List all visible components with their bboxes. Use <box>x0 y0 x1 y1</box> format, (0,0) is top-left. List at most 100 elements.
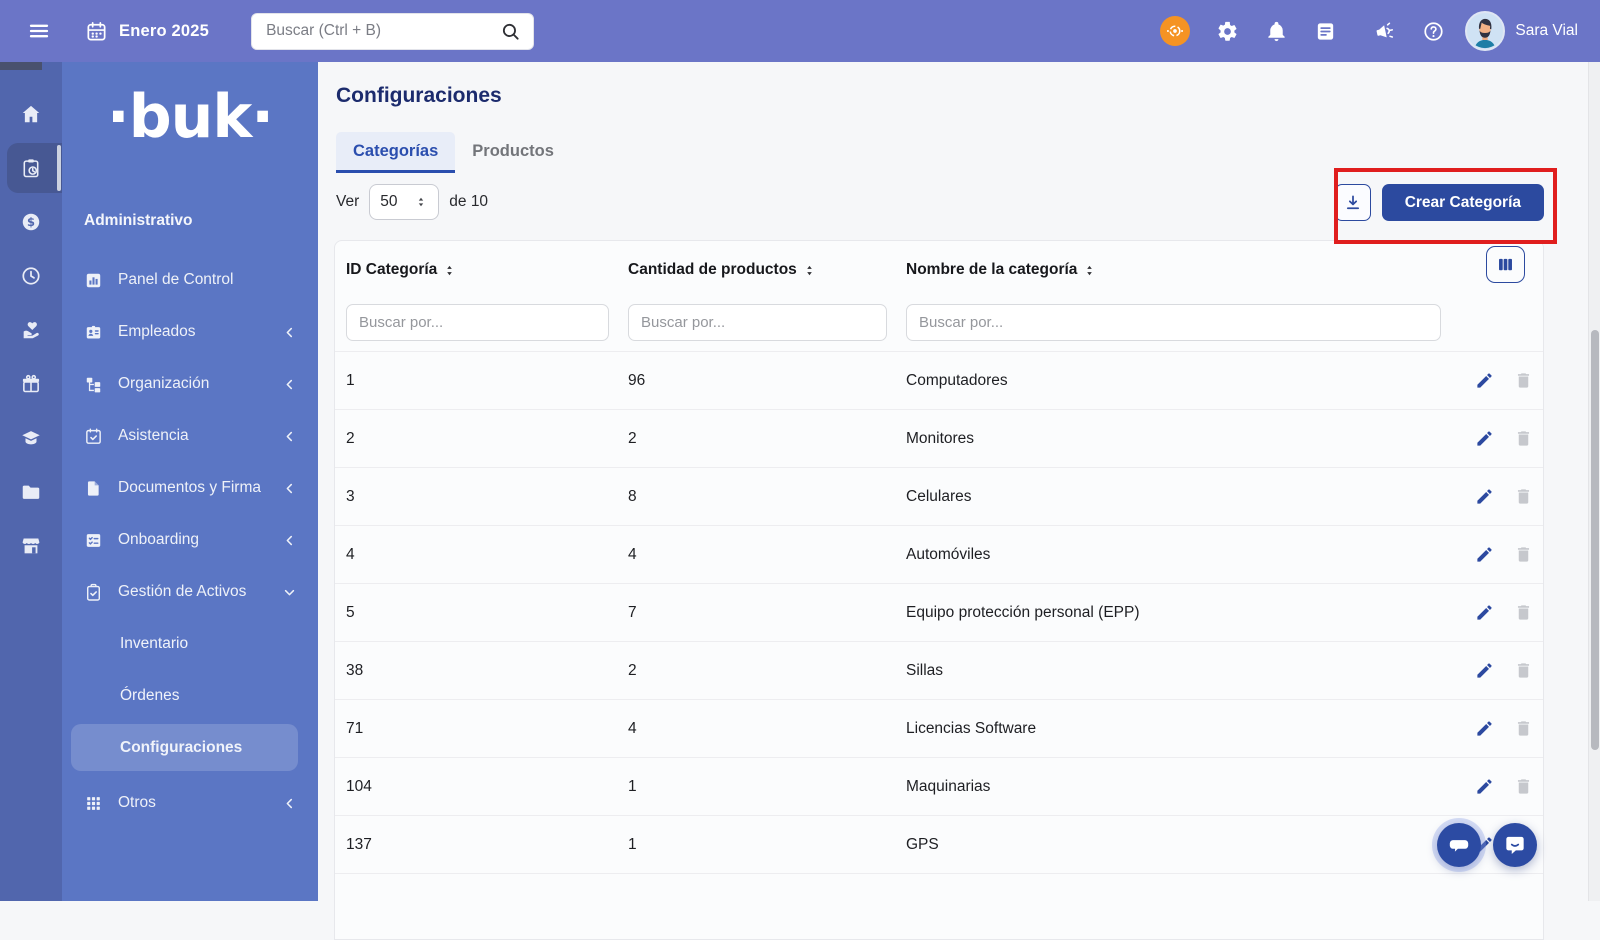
user-name[interactable]: Sara Vial <box>1515 22 1578 40</box>
edit-pencil-icon[interactable] <box>1475 777 1494 796</box>
hamburger-menu-icon[interactable] <box>27 19 51 43</box>
cell-category-name: GPS <box>906 835 939 853</box>
filter-name-input[interactable] <box>906 303 1441 341</box>
column-header-count[interactable]: Cantidad de productos <box>628 261 906 279</box>
cell-product-count: 4 <box>628 719 637 737</box>
sidebar-item-onboarding[interactable]: Onboarding <box>62 514 318 566</box>
sidebar-item-otros[interactable]: Otros <box>62 777 318 829</box>
create-category-button[interactable]: Crear Categoría <box>1381 184 1544 221</box>
delete-trash-icon[interactable] <box>1514 429 1533 448</box>
page-scrollbar[interactable] <box>1588 62 1600 901</box>
id-badge-icon <box>84 323 103 342</box>
delete-trash-icon[interactable] <box>1514 371 1533 390</box>
cell-category-name: Computadores <box>906 371 1008 389</box>
delete-trash-icon[interactable] <box>1514 487 1533 506</box>
rail-item-home[interactable] <box>0 87 62 141</box>
settings-gear-icon[interactable] <box>1216 20 1239 43</box>
tab-categorias[interactable]: Categorías <box>336 132 456 173</box>
delete-trash-icon[interactable] <box>1514 719 1533 738</box>
clock-icon <box>20 265 42 287</box>
edit-pencil-icon[interactable] <box>1475 371 1494 390</box>
cell-product-count: 2 <box>628 429 637 447</box>
search-icon[interactable] <box>500 21 521 42</box>
column-picker-button[interactable] <box>1486 246 1525 283</box>
cell-product-count: 96 <box>628 371 646 389</box>
sidebar-item-gestion-de-activos[interactable]: Gestión de Activos <box>62 566 318 618</box>
cell-product-count: 2 <box>628 661 637 679</box>
calendar-icon <box>85 20 108 43</box>
help-icon[interactable] <box>1422 20 1445 43</box>
rail-item-asset-management[interactable] <box>0 141 62 195</box>
rail-item-marketplace[interactable] <box>0 519 62 573</box>
column-header-name[interactable]: Nombre de la categoría <box>906 261 1449 279</box>
filter-count-input[interactable] <box>628 303 887 341</box>
clipboard-clock-icon <box>20 157 42 179</box>
page-size-select[interactable]: 50 <box>369 184 440 220</box>
table-row: 137 1 GPS <box>335 815 1543 873</box>
select-caret-icon <box>414 195 428 209</box>
svg-text:$: $ <box>27 215 35 229</box>
chevron-left-icon <box>281 428 298 445</box>
rail-item-benefits[interactable] <box>0 303 62 357</box>
edit-pencil-icon[interactable] <box>1475 603 1494 622</box>
news-note-icon[interactable] <box>1314 20 1337 43</box>
rail-item-files[interactable] <box>0 465 62 519</box>
sidebar-item-empleados[interactable]: Empleados <box>62 306 318 358</box>
filter-id-input[interactable] <box>346 303 609 341</box>
menu-item-label: Empleados <box>118 323 196 340</box>
sort-icon <box>806 265 812 275</box>
delete-trash-icon[interactable] <box>1514 777 1533 796</box>
view-label: Ver <box>336 193 360 210</box>
rail-item-remuneration[interactable]: $ <box>0 195 62 249</box>
delete-trash-icon[interactable] <box>1514 603 1533 622</box>
delete-trash-icon[interactable] <box>1514 545 1533 564</box>
edit-pencil-icon[interactable] <box>1475 545 1494 564</box>
gift-icon <box>20 373 42 395</box>
module-rail: $ <box>0 62 62 901</box>
menu-item-label: Otros <box>118 794 156 811</box>
scrollbar-thumb[interactable] <box>1591 330 1599 750</box>
feedback-chat-button[interactable] <box>1437 823 1481 867</box>
org-chart-icon <box>84 375 103 394</box>
user-avatar[interactable] <box>1465 11 1506 51</box>
notifications-bell-icon[interactable] <box>1265 20 1288 43</box>
table-empty-row <box>335 873 1543 909</box>
current-period-label: Enero 2025 <box>119 21 210 40</box>
edit-pencil-icon[interactable] <box>1475 429 1494 448</box>
tab-productos[interactable]: Productos <box>455 132 571 173</box>
edit-pencil-icon[interactable] <box>1475 661 1494 680</box>
edit-pencil-icon[interactable] <box>1475 487 1494 506</box>
sidebar-subitem-ordenes[interactable]: Órdenes <box>62 670 318 722</box>
sidebar-item-organizacion[interactable]: Organización <box>62 358 318 410</box>
total-label: de 10 <box>449 193 489 210</box>
menu-item-label: Panel de Control <box>118 271 234 288</box>
status-ring-icon[interactable] <box>1160 16 1191 46</box>
dollar-icon: $ <box>20 211 42 233</box>
cell-category-name: Sillas <box>906 661 944 679</box>
table-row: 38 2 Sillas <box>335 641 1543 699</box>
rail-item-celebrations[interactable] <box>0 357 62 411</box>
sidebar-item-panel-de-control[interactable]: Panel de Control <box>62 254 318 306</box>
sidebar-item-documentos-y-firma[interactable]: Documentos y Firma <box>62 462 318 514</box>
cell-category-id: 4 <box>346 545 355 563</box>
search-input[interactable] <box>264 21 501 41</box>
cell-product-count: 1 <box>628 777 637 795</box>
menu-item-label: Organización <box>118 375 210 392</box>
sidebar-subitem-inventario[interactable]: Inventario <box>62 618 318 670</box>
rail-scrollbar-thumb[interactable] <box>57 145 61 191</box>
column-header-id[interactable]: ID Categoría <box>346 261 628 279</box>
edit-pencil-icon[interactable] <box>1475 719 1494 738</box>
sidebar-subitem-configuraciones[interactable]: Configuraciones <box>71 724 298 771</box>
cell-category-id: 3 <box>346 487 355 505</box>
period-selector[interactable]: Enero 2025 <box>85 20 209 43</box>
delete-trash-icon[interactable] <box>1514 661 1533 680</box>
support-chat-button[interactable] <box>1493 823 1537 867</box>
sidebar-item-asistencia[interactable]: Asistencia <box>62 410 318 462</box>
menu-item-label: Gestión de Activos <box>118 583 247 600</box>
download-button[interactable] <box>1334 184 1371 221</box>
global-search[interactable] <box>251 12 535 50</box>
page-size-value: 50 <box>380 193 398 210</box>
rail-item-training[interactable] <box>0 411 62 465</box>
rail-item-time[interactable] <box>0 249 62 303</box>
announcements-megaphone-icon[interactable] <box>1373 20 1396 43</box>
